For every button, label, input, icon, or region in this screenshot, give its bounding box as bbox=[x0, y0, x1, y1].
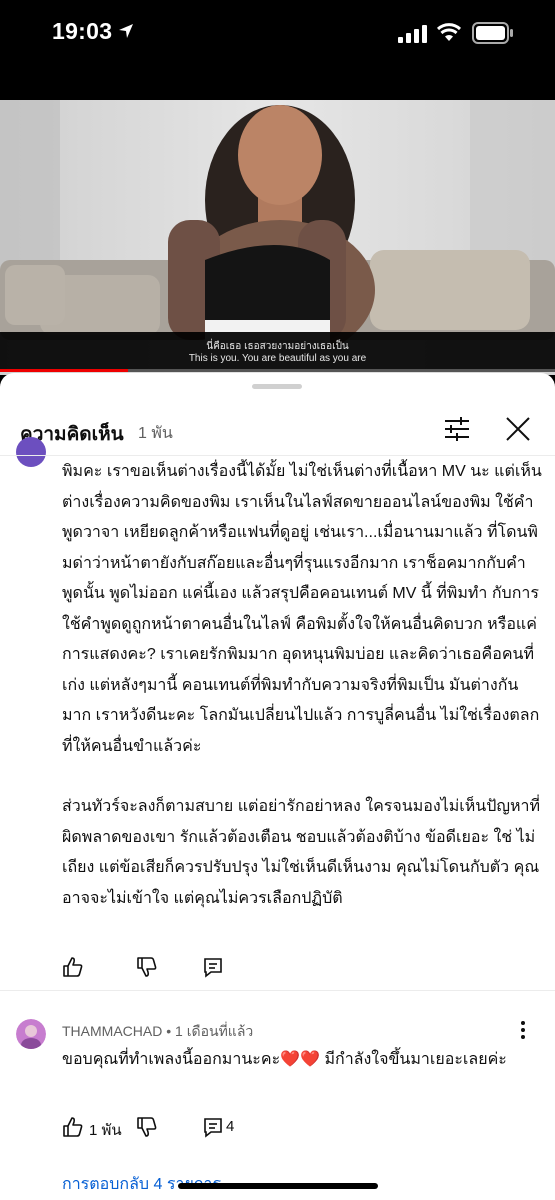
comment-actions bbox=[62, 956, 262, 980]
subtitle-bar: นี่คือเธอ เธอสวยงามอย่างเธอเป็น This is … bbox=[0, 332, 555, 372]
comment-divider bbox=[0, 990, 555, 991]
comment-paragraph: ส่วนทัวร์จะลงก็ตามสบาย แต่อย่ารักอย่าหลง… bbox=[62, 798, 541, 907]
video-player[interactable]: นี่คือเธอ เธอสวยงามอย่างเธอเป็น This is … bbox=[0, 100, 555, 375]
comment-paragraph: พิมคะ เราขอเห็นต่างเรื่องนี้ได้มั้ย ไม่ใ… bbox=[62, 463, 542, 755]
reply-icon[interactable] bbox=[202, 956, 224, 983]
like-count: 1 พัน bbox=[89, 1122, 122, 1139]
subtitle-english: This is you. You are beautiful as you ar… bbox=[188, 353, 367, 364]
comment-author[interactable]: THAMMACHAD bbox=[62, 1023, 162, 1039]
comment-actions: 1 พัน 4 bbox=[62, 1116, 282, 1140]
comments-sheet: ความคิดเห็น 1 พัน พิมคะ เราขอเห็นต่างเรื… bbox=[0, 373, 555, 1200]
home-indicator[interactable] bbox=[178, 1183, 378, 1189]
subtitle-thai: นี่คือเธอ เธอสวยงามอย่างเธอเป็น bbox=[206, 341, 349, 352]
comments-header: ความคิดเห็น 1 พัน bbox=[0, 401, 555, 457]
more-options-icon[interactable] bbox=[515, 1018, 531, 1042]
header-divider bbox=[0, 455, 555, 456]
cellular-signal-icon bbox=[398, 25, 428, 48]
reply-count: 4 bbox=[226, 1118, 235, 1135]
like-icon[interactable] bbox=[62, 956, 84, 983]
sort-filter-icon[interactable] bbox=[442, 414, 472, 444]
close-icon[interactable] bbox=[503, 414, 533, 444]
comment-body: พิมคะ เราขอเห็นต่างเรื่องนี้ได้มั้ย ไม่ใ… bbox=[62, 457, 542, 944]
status-bar: 19:03 bbox=[0, 0, 555, 70]
comment-time: 1 เดือนที่แล้ว bbox=[175, 1023, 254, 1039]
status-time: 19:03 bbox=[52, 18, 113, 44]
avatar[interactable] bbox=[16, 1019, 46, 1049]
drag-handle[interactable] bbox=[252, 384, 302, 389]
comment-meta[interactable]: THAMMACHAD • 1 เดือนที่แล้ว bbox=[62, 1021, 253, 1043]
like-icon[interactable] bbox=[62, 1116, 84, 1143]
location-arrow-icon bbox=[118, 23, 134, 44]
comment-body: ขอบคุณที่ทำเพลงนี้ออกมานะคะ❤️❤️ มีกำลังใ… bbox=[62, 1051, 507, 1068]
meta-separator: • bbox=[162, 1023, 176, 1039]
video-progress-bar[interactable] bbox=[0, 369, 555, 372]
comments-count: 1 พัน bbox=[138, 425, 173, 442]
dislike-icon[interactable] bbox=[136, 1116, 158, 1143]
video-progress-fill bbox=[0, 369, 128, 372]
wifi-icon bbox=[436, 22, 462, 47]
reply-icon[interactable] bbox=[202, 1116, 224, 1143]
avatar[interactable] bbox=[16, 437, 46, 467]
dislike-icon[interactable] bbox=[136, 956, 158, 983]
battery-icon bbox=[472, 22, 514, 49]
